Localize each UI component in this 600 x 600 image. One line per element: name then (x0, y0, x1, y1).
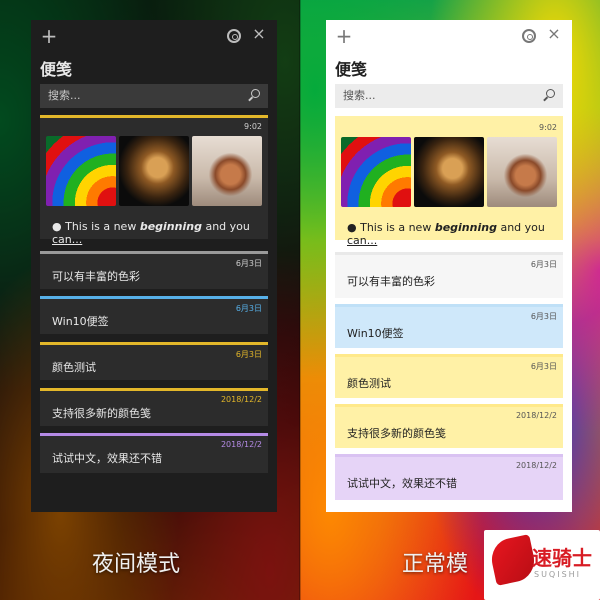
note-text: 颜色测试 (347, 377, 391, 390)
search-placeholder: 搜索... (48, 89, 81, 102)
note-card[interactable]: 9:02 ● This is a new beginning and you c… (40, 115, 268, 246)
note-card[interactable]: 2018/12/2 试试中文，效果还不错 (40, 433, 268, 473)
app-title: 便笺 (335, 60, 368, 79)
light-mode-caption: 正常模 (402, 552, 469, 577)
gear-icon[interactable] (227, 29, 241, 43)
note-text: Win10便签 (52, 315, 109, 328)
note-card[interactable]: 2018/12/2 支持很多新的颜色笺 (40, 388, 268, 426)
note-text: 支持很多新的颜色笺 (347, 427, 446, 440)
sticky-notes-panel-dark: + × 便笺 搜索... 9:02 ● This is a new beginn… (31, 20, 277, 512)
plus-icon[interactable]: + (334, 26, 354, 46)
rainbow-image (46, 136, 116, 206)
watermark-logo: 速骑士 SUQISHI (484, 530, 600, 600)
note-time: 6月3日 (235, 350, 262, 359)
note-card[interactable]: 6月3日 Win10便签 (335, 304, 563, 348)
note-card[interactable]: 6月3日 颜色测试 (40, 342, 268, 380)
note-card[interactable]: 6月3日 Win10便签 (40, 296, 268, 334)
note-time: 2018/12/2 (515, 411, 557, 420)
note-text: 试试中文，效果还不错 (347, 477, 457, 490)
teapot-image (192, 136, 262, 206)
plus-icon[interactable]: + (39, 26, 59, 46)
app-title: 便笺 (40, 60, 73, 79)
note-text: ● This is a new beginning and you can... (52, 220, 268, 246)
note-time: 2018/12/2 (515, 461, 557, 470)
logo-mark-icon (487, 534, 539, 586)
note-text-mid: and you (496, 221, 545, 234)
title-bar: + × (326, 20, 572, 56)
note-text: 颜色测试 (52, 361, 96, 374)
lion-image (119, 136, 189, 206)
search-icon[interactable] (251, 89, 260, 98)
close-icon[interactable]: × (251, 26, 267, 42)
note-time: 9:02 (244, 122, 262, 131)
rainbow-image (341, 137, 411, 207)
comparison-divider (299, 0, 301, 600)
note-text-underline: can... (347, 234, 378, 247)
note-card[interactable]: 6月3日 颜色测试 (335, 354, 563, 398)
note-text: 可以有丰富的色彩 (52, 270, 140, 283)
note-card[interactable]: 9:02 ● This is a new beginning and you c… (335, 116, 563, 247)
note-time: 2018/12/2 (220, 395, 262, 404)
note-text-bold: beginning (139, 220, 202, 233)
note-text-mid: and you (201, 220, 250, 233)
lion-image (414, 137, 484, 207)
note-text: Win10便签 (347, 327, 404, 340)
note-card[interactable]: 6月3日 可以有丰富的色彩 (40, 251, 268, 289)
note-time: 2018/12/2 (220, 440, 262, 449)
title-bar: + × (31, 20, 277, 56)
note-time: 6月3日 (530, 260, 557, 269)
teapot-image (487, 137, 557, 207)
note-time: 6月3日 (530, 362, 557, 371)
note-time: 6月3日 (235, 259, 262, 268)
note-time: 6月3日 (530, 312, 557, 321)
note-card[interactable]: 2018/12/2 试试中文，效果还不错 (335, 454, 563, 500)
close-icon[interactable]: × (546, 26, 562, 42)
note-text: 支持很多新的颜色笺 (52, 407, 151, 420)
note-images (341, 137, 557, 207)
note-images (46, 136, 262, 206)
logo-subtext: SUQISHI (534, 570, 582, 579)
note-time: 6月3日 (235, 304, 262, 313)
note-text: 试试中文，效果还不错 (52, 452, 162, 465)
logo-text: 速骑士 (532, 546, 592, 570)
gear-icon[interactable] (522, 29, 536, 43)
dark-mode-caption: 夜间模式 (92, 552, 181, 577)
note-text-prefix: ● This is a new (347, 221, 435, 234)
search-input[interactable]: 搜索... (335, 84, 563, 108)
note-card[interactable]: 6月3日 可以有丰富的色彩 (335, 252, 563, 298)
search-input[interactable]: 搜索... (40, 84, 268, 108)
note-text: ● This is a new beginning and you can... (347, 221, 563, 247)
note-text-prefix: ● This is a new (52, 220, 140, 233)
sticky-notes-panel-light: + × 便笺 搜索... 9:02 ● This is a new beginn… (326, 20, 572, 512)
note-text-bold: beginning (434, 221, 497, 234)
note-text-underline: can... (52, 233, 83, 246)
note-time: 9:02 (539, 123, 557, 132)
search-placeholder: 搜索... (343, 89, 376, 102)
note-text: 可以有丰富的色彩 (347, 275, 435, 288)
note-card[interactable]: 2018/12/2 支持很多新的颜色笺 (335, 404, 563, 448)
search-icon[interactable] (546, 89, 555, 98)
